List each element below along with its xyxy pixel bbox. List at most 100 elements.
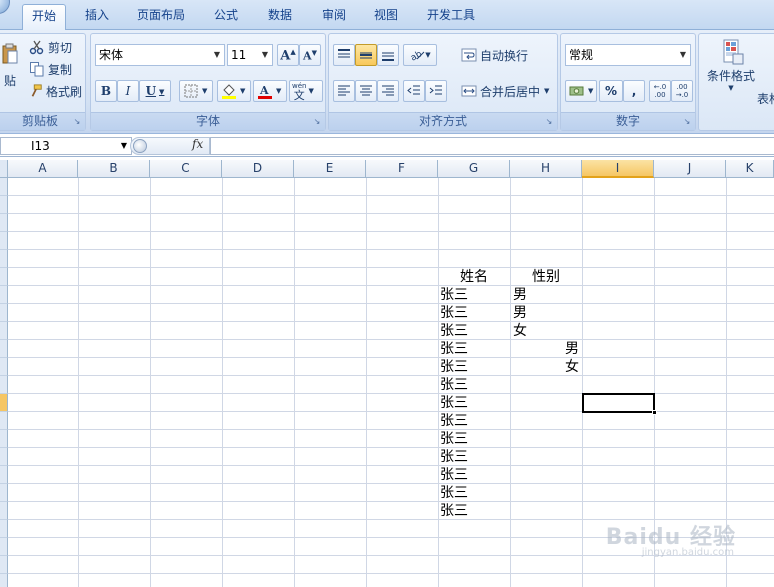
percent-button[interactable]: %: [599, 80, 623, 102]
copy-button[interactable]: 复制: [25, 58, 83, 80]
column-header-e[interactable]: E: [294, 160, 366, 178]
row-header[interactable]: [0, 448, 8, 466]
row-header[interactable]: [0, 322, 8, 340]
cell-h8[interactable]: 男: [513, 286, 527, 304]
bold-button[interactable]: B: [95, 80, 117, 102]
fill-handle[interactable]: [652, 410, 657, 415]
dialog-launcher-icon[interactable]: ↘: [544, 117, 554, 127]
cell-h10[interactable]: 女: [513, 322, 527, 340]
office-button-icon[interactable]: [0, 0, 10, 14]
row-header[interactable]: [0, 268, 8, 286]
column-header-j[interactable]: J: [654, 160, 726, 178]
row-header[interactable]: [0, 196, 8, 214]
cell-g10[interactable]: 张三: [440, 322, 468, 340]
active-cell-selection[interactable]: [582, 393, 657, 415]
merge-center-button[interactable]: 合并后居中 ▼: [457, 80, 555, 102]
row-header[interactable]: [0, 430, 8, 448]
comma-style-button[interactable]: ,: [623, 80, 645, 102]
dialog-launcher-icon[interactable]: ↘: [72, 117, 82, 127]
row-header[interactable]: [0, 556, 8, 574]
conditional-formatting-button[interactable]: 条件格式 ▼: [703, 36, 759, 106]
column-header-h[interactable]: H: [510, 160, 582, 178]
tab-insert[interactable]: 插入: [76, 4, 118, 30]
column-header-f[interactable]: F: [366, 160, 438, 178]
increase-decimal-button[interactable]: ←.0.00: [649, 80, 671, 102]
column-header-d[interactable]: D: [222, 160, 294, 178]
orientation-button[interactable]: ab ▼: [403, 44, 437, 66]
row-header[interactable]: [0, 340, 8, 358]
paste-button[interactable]: 贴: [0, 38, 21, 100]
font-size-combo[interactable]: 11 ▼: [227, 44, 273, 66]
row-header[interactable]: [0, 412, 8, 430]
row-header[interactable]: [0, 466, 8, 484]
row-header[interactable]: [0, 250, 8, 268]
italic-button[interactable]: I: [117, 80, 139, 102]
cell-h7[interactable]: 性别: [532, 268, 560, 286]
accounting-format-button[interactable]: ▼: [565, 80, 597, 102]
row-header[interactable]: [0, 520, 8, 538]
row-header[interactable]: [0, 502, 8, 520]
fill-color-button[interactable]: ▼: [217, 80, 251, 102]
tab-data[interactable]: 数据: [258, 4, 302, 30]
tab-home[interactable]: 开始: [22, 4, 66, 30]
cell-g12[interactable]: 张三: [440, 358, 468, 376]
format-as-table-label[interactable]: 表格: [757, 90, 774, 107]
align-bottom-button[interactable]: [377, 44, 399, 66]
select-all-button[interactable]: [0, 160, 8, 178]
cut-button[interactable]: 剪切: [25, 36, 83, 58]
column-header-c[interactable]: C: [150, 160, 222, 178]
dialog-launcher-icon[interactable]: ↘: [682, 117, 692, 127]
cell-g15[interactable]: 张三: [440, 412, 468, 430]
dialog-launcher-icon[interactable]: ↘: [312, 117, 322, 127]
cell-g9[interactable]: 张三: [440, 304, 468, 322]
row-header[interactable]: [0, 214, 8, 232]
cell-g13[interactable]: 张三: [440, 376, 468, 394]
tab-page-layout[interactable]: 页面布局: [128, 4, 194, 30]
cell-g19[interactable]: 张三: [440, 484, 468, 502]
cell-g11[interactable]: 张三: [440, 340, 468, 358]
align-right-button[interactable]: [377, 80, 399, 102]
row-header[interactable]: [0, 286, 8, 304]
row-header[interactable]: [0, 574, 8, 587]
tab-formulas[interactable]: 公式: [204, 4, 248, 30]
phonetic-button[interactable]: wén 文 ▼: [289, 80, 323, 102]
column-header-g[interactable]: G: [438, 160, 510, 178]
align-center-button[interactable]: [355, 80, 377, 102]
wrap-text-button[interactable]: 自动换行: [457, 44, 555, 66]
cell-g7[interactable]: 姓名: [460, 268, 488, 286]
decrease-indent-button[interactable]: [403, 80, 425, 102]
font-name-combo[interactable]: 宋体 ▼: [95, 44, 225, 66]
tab-view[interactable]: 视图: [364, 4, 408, 30]
row-header[interactable]: [0, 232, 8, 250]
column-header-b[interactable]: B: [78, 160, 150, 178]
tab-developer[interactable]: 开发工具: [418, 4, 484, 30]
column-header-i[interactable]: I: [582, 160, 654, 178]
shrink-font-button[interactable]: A▼: [299, 44, 321, 66]
borders-button[interactable]: ▼: [179, 80, 213, 102]
cell-g16[interactable]: 张三: [440, 430, 468, 448]
row-header[interactable]: [0, 376, 8, 394]
cell-g20[interactable]: 张三: [440, 502, 468, 520]
align-middle-button[interactable]: [355, 44, 377, 66]
row-header[interactable]: [0, 484, 8, 502]
column-header-k[interactable]: K: [726, 160, 774, 178]
format-painter-button[interactable]: 格式刷: [25, 80, 83, 102]
row-header[interactable]: [0, 178, 8, 196]
row-header[interactable]: [0, 394, 8, 412]
formula-input[interactable]: [210, 137, 774, 155]
number-format-combo[interactable]: 常规 ▼: [565, 44, 691, 66]
cell-h9[interactable]: 男: [513, 304, 527, 322]
tab-review[interactable]: 审阅: [312, 4, 356, 30]
row-header[interactable]: [0, 538, 8, 556]
increase-indent-button[interactable]: [425, 80, 447, 102]
cell-h12[interactable]: 女: [565, 358, 579, 376]
cell-g18[interactable]: 张三: [440, 466, 468, 484]
grow-font-button[interactable]: A▲: [277, 44, 299, 66]
column-header-a[interactable]: A: [8, 160, 78, 178]
align-top-button[interactable]: [333, 44, 355, 66]
cell-g8[interactable]: 张三: [440, 286, 468, 304]
insert-function-button[interactable]: fx: [192, 137, 203, 151]
font-color-button[interactable]: A ▼: [253, 80, 287, 102]
decrease-decimal-button[interactable]: .00 →.0: [671, 80, 693, 102]
cell-g17[interactable]: 张三: [440, 448, 468, 466]
